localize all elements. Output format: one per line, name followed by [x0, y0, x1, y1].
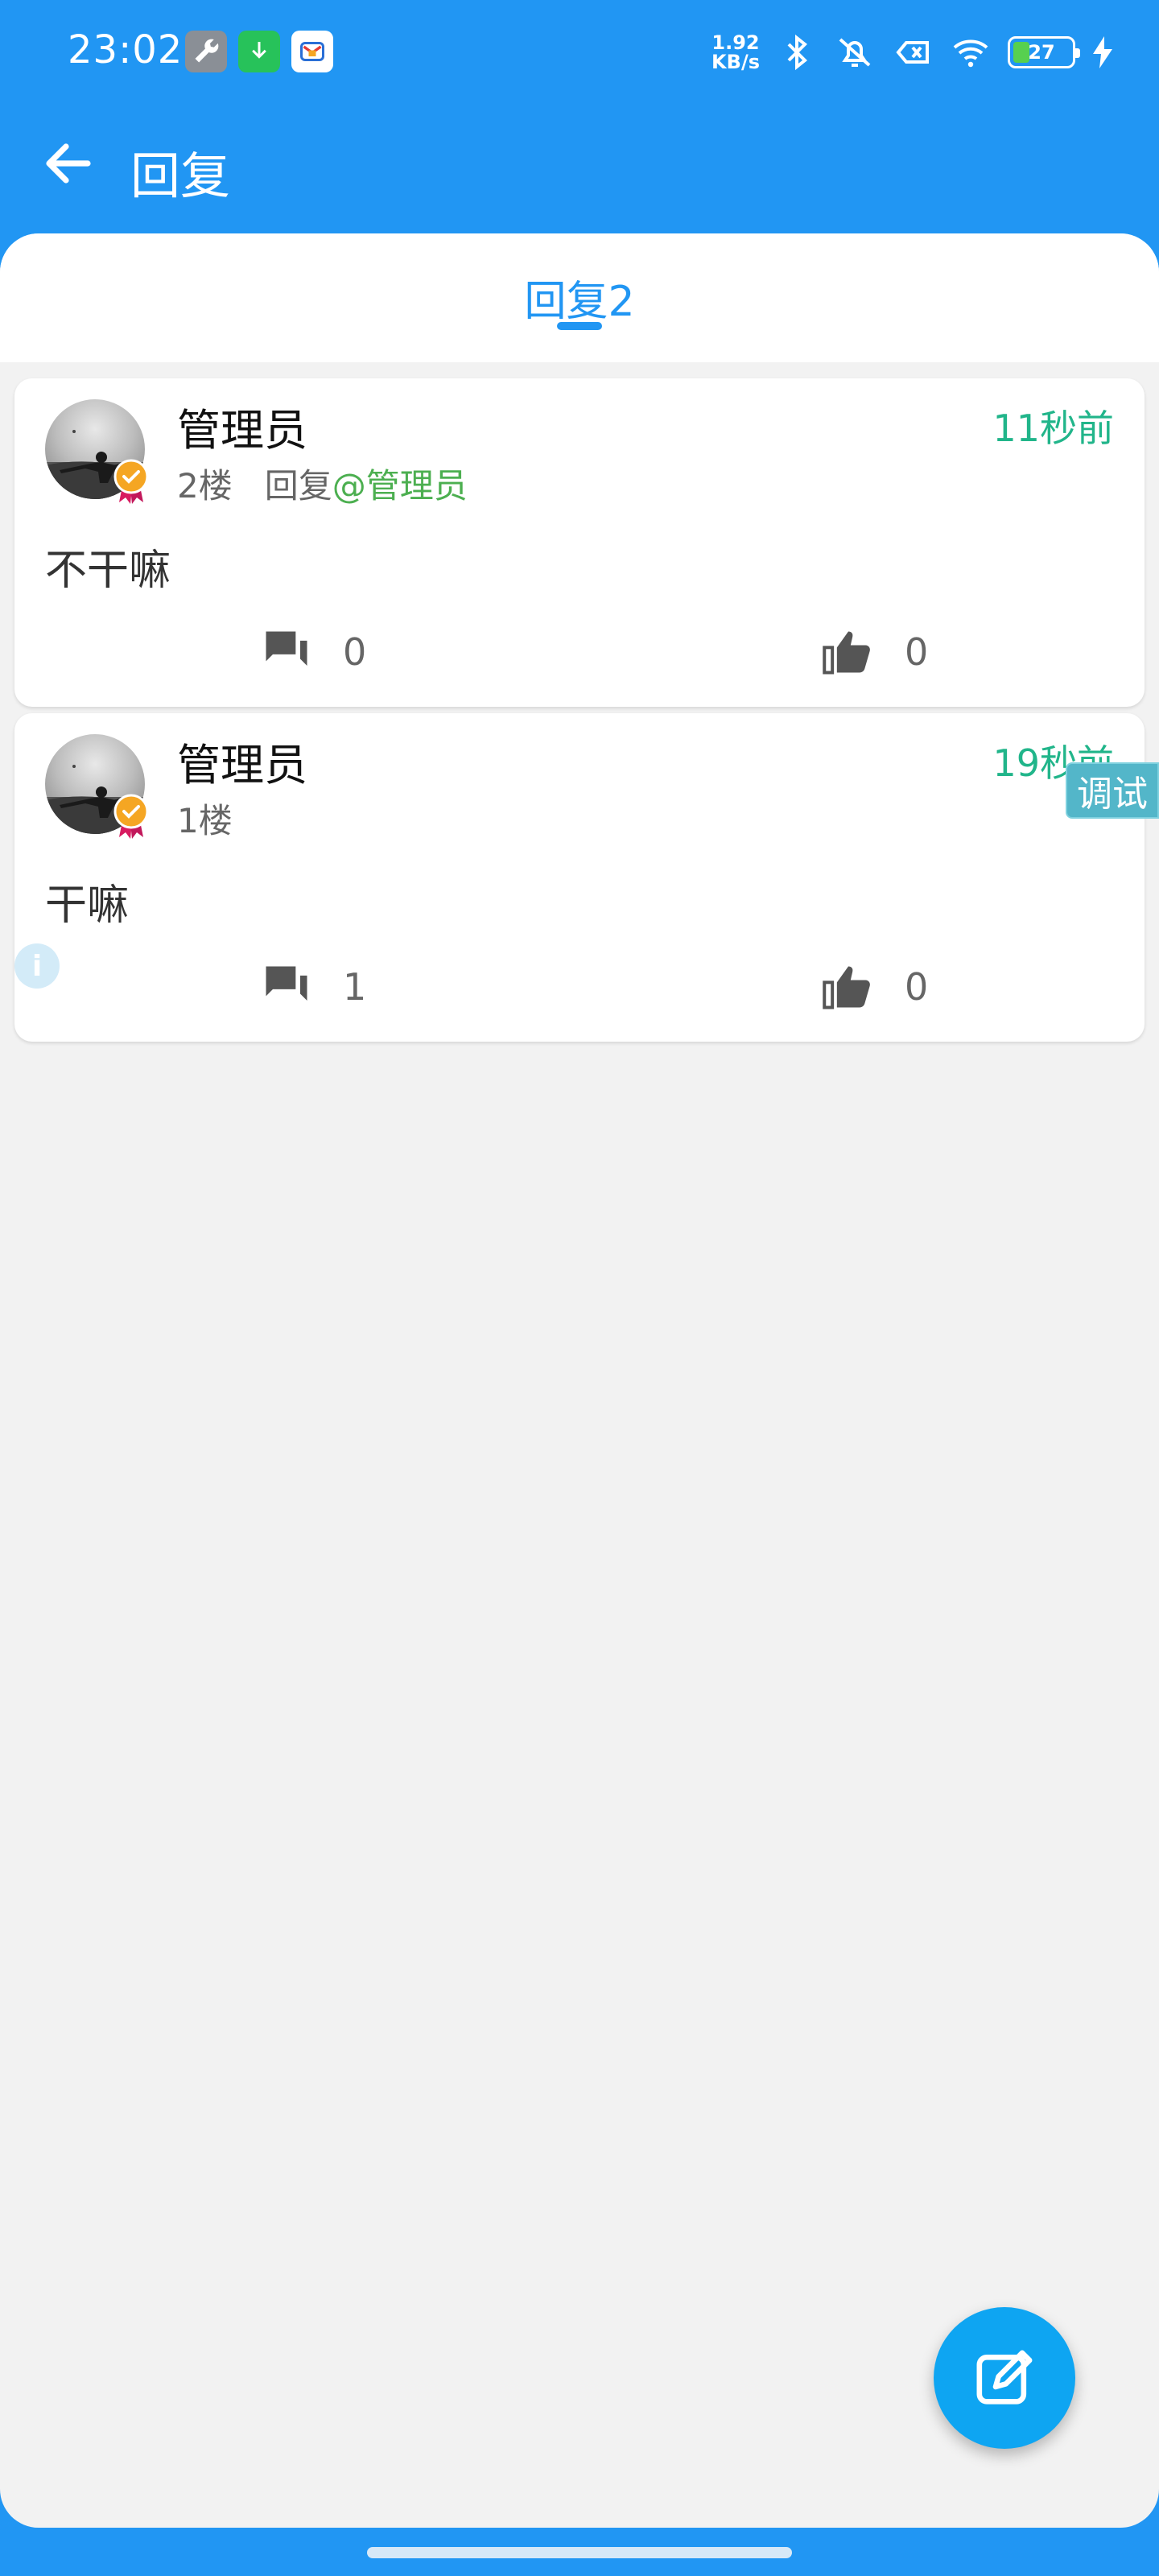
- back-button[interactable]: [32, 127, 105, 200]
- status-app-icons: [185, 31, 333, 72]
- verified-badge-icon: [113, 459, 150, 504]
- mention-link[interactable]: @管理员: [332, 466, 468, 506]
- vibrate-off-icon: [834, 31, 876, 73]
- floor-number: 1楼: [177, 801, 233, 840]
- reply-text: 干嘛: [45, 881, 130, 930]
- battery-level: 27: [1028, 41, 1055, 64]
- reply-meta: 1楼: [177, 794, 265, 843]
- thumbs-up-icon: [823, 966, 870, 1009]
- verified-badge-icon: [113, 794, 150, 839]
- avatar[interactable]: [45, 399, 149, 504]
- reply-text: 不干嘛: [45, 547, 171, 595]
- network-speed: 1.92 KB/s: [711, 33, 760, 72]
- reply-meta: 2楼 回复@管理员: [177, 459, 468, 508]
- like-count: 0: [905, 965, 929, 1009]
- page-title: 回复: [130, 147, 231, 205]
- download-icon: [238, 31, 280, 72]
- status-time: 23:02: [68, 27, 184, 72]
- comment-button[interactable]: 1: [259, 955, 366, 1019]
- app-bar: 回复: [0, 103, 1159, 227]
- debug-button[interactable]: 调试: [1066, 762, 1159, 819]
- user-name[interactable]: 管理员: [177, 394, 307, 458]
- comment-icon: [266, 966, 307, 1001]
- status-indicators: 1.92 KB/s 27: [711, 29, 1114, 76]
- comment-count: 0: [343, 630, 367, 674]
- comment-count: 1: [343, 965, 367, 1009]
- sim-error-icon: [892, 31, 934, 73]
- comment-button[interactable]: 0: [259, 620, 366, 684]
- reply-card[interactable]: 管理员 2楼 回复@管理员 11秒前 不干嘛 0 0: [14, 378, 1145, 707]
- wifi-icon: [950, 31, 992, 73]
- tab-bar: 回复2: [0, 233, 1159, 362]
- avatar[interactable]: [45, 734, 149, 839]
- mail-icon: [291, 31, 333, 72]
- main-content: 回复2 管理员 2楼 回复@管理员 11秒前 不干嘛 0 0 管理员 1楼 19…: [0, 233, 1159, 2528]
- timestamp: 11秒前: [992, 407, 1114, 450]
- info-icon[interactable]: i: [14, 943, 60, 989]
- status-bar: 23:02 1.92 KB/s 27: [0, 0, 1159, 103]
- net-speed-value: 1.92: [711, 31, 760, 54]
- net-speed-unit: KB/s: [711, 51, 760, 73]
- tab-indicator: [557, 322, 602, 330]
- thumbs-up-icon: [823, 631, 870, 675]
- reply-prefix: 回复: [264, 466, 332, 506]
- battery-indicator: 27: [1008, 36, 1080, 68]
- reply-card[interactable]: 管理员 1楼 19秒前 干嘛 1 0: [14, 713, 1145, 1042]
- like-button[interactable]: 0: [821, 620, 928, 684]
- arrow-left-icon: [46, 143, 91, 184]
- like-button[interactable]: 0: [821, 955, 928, 1019]
- tab-replies[interactable]: 回复2: [0, 267, 1159, 328]
- user-name[interactable]: 管理员: [177, 729, 307, 793]
- bluetooth-icon: [776, 31, 818, 73]
- compose-reply-button[interactable]: [934, 2307, 1075, 2449]
- edit-icon: [976, 2350, 1033, 2405]
- home-indicator[interactable]: [367, 2547, 792, 2558]
- comment-icon: [266, 631, 307, 666]
- charging-bolt-icon: [1093, 36, 1112, 68]
- wrench-icon: [185, 31, 227, 72]
- floor-number: 2楼: [177, 466, 233, 506]
- like-count: 0: [905, 630, 929, 674]
